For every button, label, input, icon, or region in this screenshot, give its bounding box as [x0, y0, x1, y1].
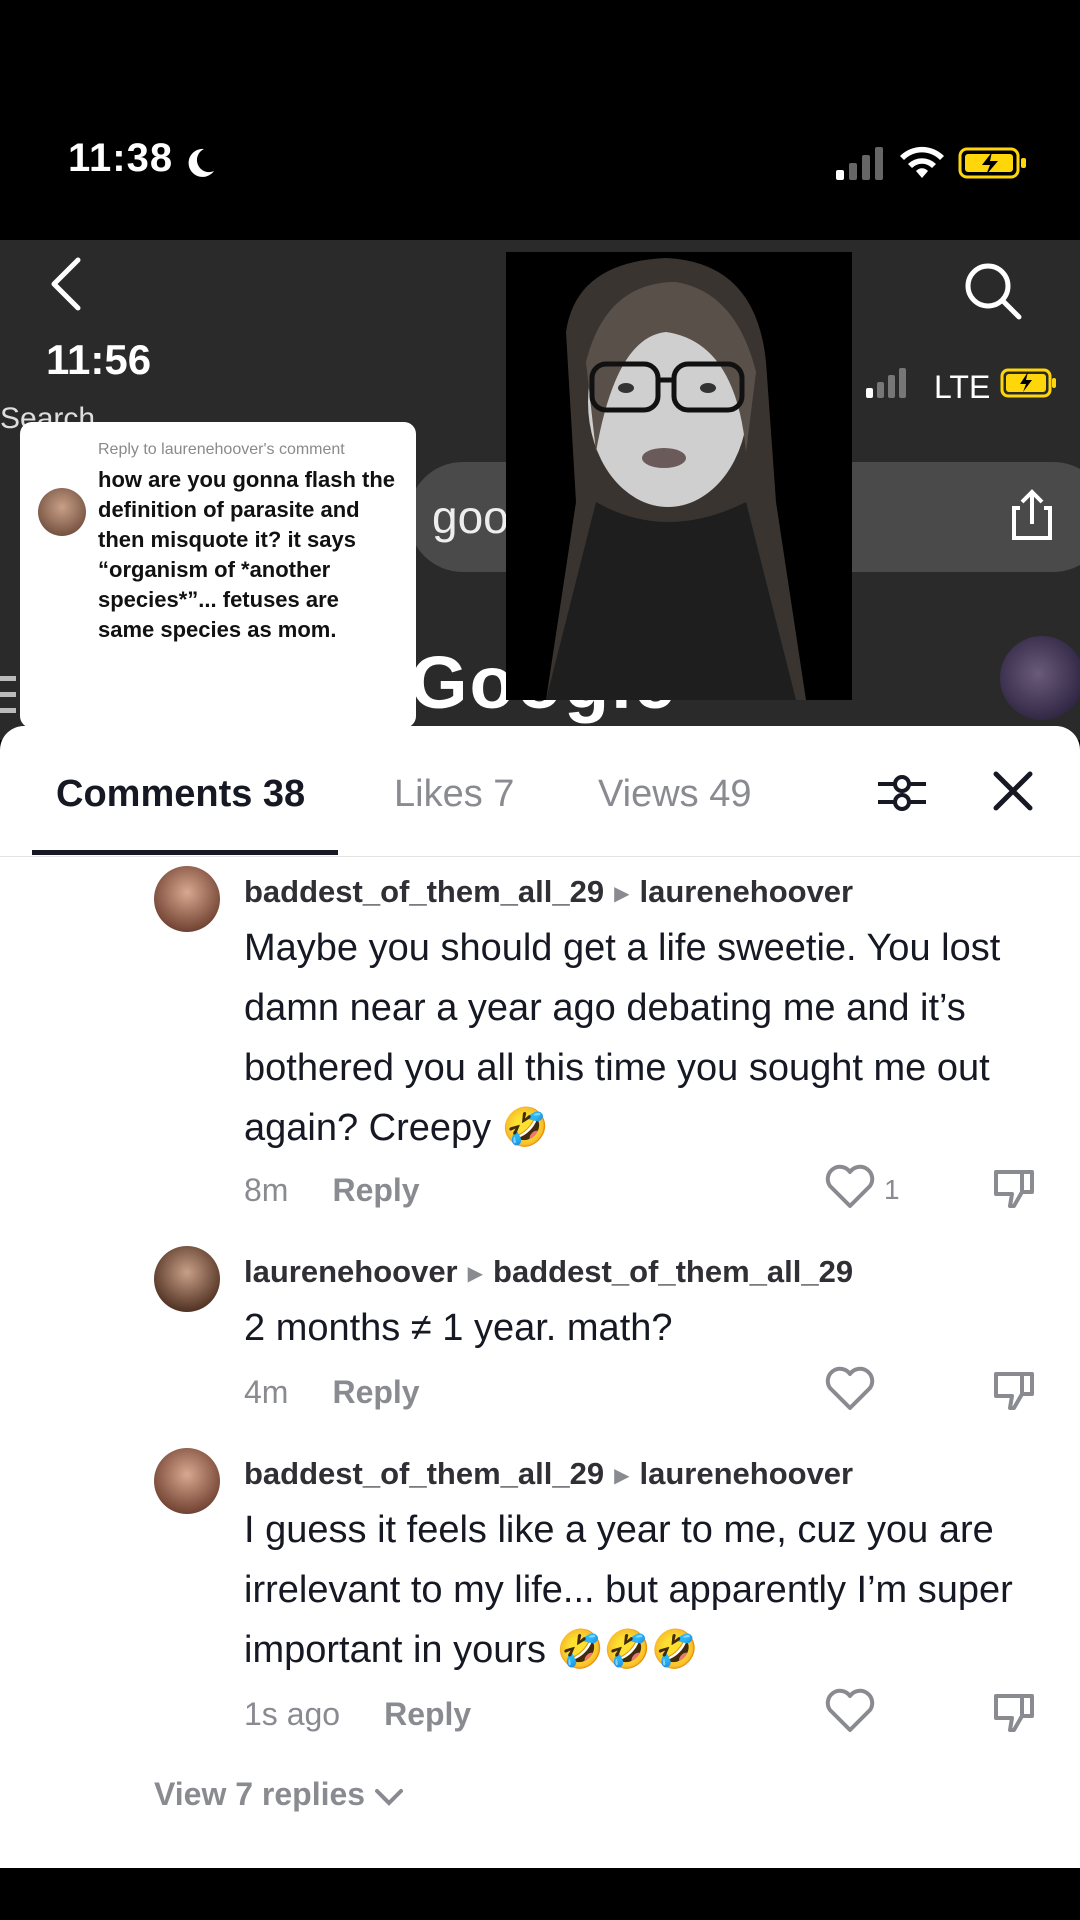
reply-card-header: Reply to laurenehoover's comment [98, 441, 345, 458]
wifi-icon [900, 146, 944, 178]
filter-icon[interactable] [876, 768, 928, 818]
chevron-down-icon [374, 1788, 403, 1806]
like-count: 1 [884, 1174, 900, 1205]
comment-avatar[interactable] [154, 866, 220, 932]
search-icon[interactable] [960, 258, 1024, 322]
comment-reply-to[interactable]: laurenehoover [639, 874, 853, 909]
comment-username[interactable]: baddest_of_them_all_29 [244, 874, 604, 909]
comment-meta: 1s ago Reply [244, 1696, 471, 1733]
comment-avatar[interactable] [154, 1448, 220, 1514]
thumbs-down-icon[interactable] [990, 1688, 1038, 1736]
view-replies-label: View 7 replies [154, 1776, 366, 1812]
reply-card-text: how are you gonna flash the definition o… [98, 467, 396, 642]
reply-button[interactable]: Reply [332, 1172, 419, 1208]
moon-icon [188, 148, 214, 177]
comment-reply-to[interactable]: laurenehoover [639, 1456, 853, 1491]
comment-username[interactable]: laurenehoover [244, 1254, 458, 1289]
comment-time: 8m [244, 1172, 289, 1208]
video-menu-icon [0, 676, 16, 713]
tab-views[interactable]: Views 49 [598, 773, 752, 816]
comment-time: 1s ago [244, 1696, 341, 1732]
comment-text: Maybe you should get a life sweetie. You… [244, 927, 1001, 1149]
video-inner-lte: LTE [934, 369, 990, 404]
status-bar: 11:38 [0, 0, 1080, 240]
comment-time: 4m [244, 1374, 289, 1410]
view-replies-button[interactable]: View 7 replies [154, 1776, 404, 1813]
comment-username[interactable]: baddest_of_them_all_29 [244, 1456, 604, 1491]
comment-header: baddest_of_them_all_29 ▶ laurenehoover [244, 1456, 853, 1492]
comment-avatar[interactable] [154, 1246, 220, 1312]
comment-header: baddest_of_them_all_29 ▶ laurenehoover [244, 874, 853, 910]
comment-header: laurenehoover ▶ baddest_of_them_all_29 [244, 1254, 853, 1290]
tab-comments[interactable]: Comments 38 [56, 773, 305, 816]
video-inner-status-icons: LTE [866, 368, 1056, 404]
reply-arrow-icon: ▶ [467, 1263, 484, 1286]
reply-to-comment-card: Reply to laurenehoover's comment how are… [20, 422, 416, 728]
back-chevron-icon[interactable] [44, 254, 88, 314]
bottom-bar [0, 1868, 1080, 1920]
comment-reply-to[interactable]: baddest_of_them_all_29 [493, 1254, 853, 1289]
share-icon [1012, 489, 1052, 540]
reply-card-avatar [38, 488, 86, 536]
thumbs-down-icon[interactable] [990, 1366, 1038, 1414]
tab-divider [0, 856, 1080, 857]
heart-icon[interactable] [824, 1688, 876, 1734]
comment-meta: 4m Reply [244, 1374, 420, 1411]
status-time: 11:38 [68, 136, 174, 180]
active-tab-indicator [32, 850, 338, 855]
creator-video-overlay [506, 252, 852, 700]
reply-button[interactable]: Reply [332, 1374, 419, 1410]
video-inner-time: 11:56 [46, 336, 152, 383]
heart-icon[interactable] [824, 1164, 876, 1210]
reply-button[interactable]: Reply [384, 1696, 471, 1732]
reply-arrow-icon: ▶ [614, 883, 630, 906]
comment-text: I guess it feels like a year to me, cuz … [244, 1509, 1013, 1671]
signal-icon [836, 147, 883, 180]
comment-meta: 8m Reply [244, 1172, 420, 1209]
video-creator-avatar [1000, 636, 1080, 720]
reply-arrow-icon: ▶ [614, 1465, 630, 1488]
thumbs-down-icon[interactable] [990, 1164, 1038, 1212]
comment-text: 2 months ≠ 1 year. math? [244, 1307, 673, 1349]
video-url-text: goo [432, 491, 509, 543]
battery-icon [958, 147, 1026, 179]
close-icon[interactable] [990, 768, 1036, 814]
tab-likes[interactable]: Likes 7 [394, 773, 514, 816]
heart-icon[interactable] [824, 1366, 876, 1412]
